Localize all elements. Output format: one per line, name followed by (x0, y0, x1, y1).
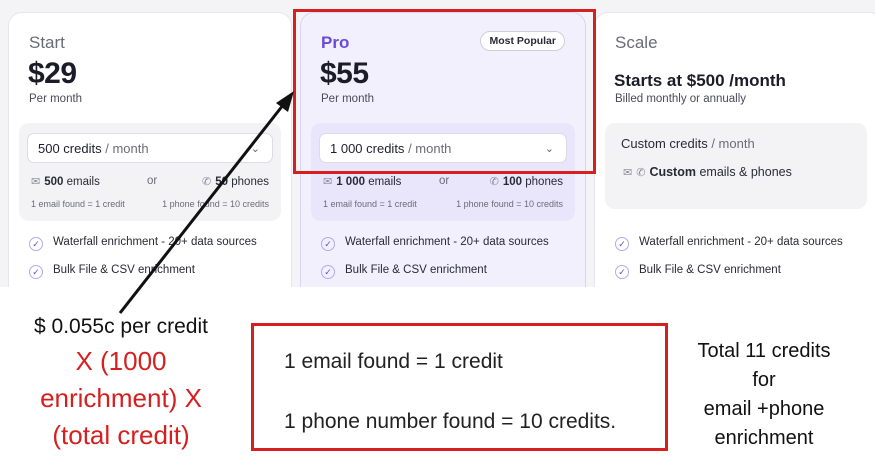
credits-select[interactable]: 500 credits / month ⌄ (27, 133, 273, 163)
phone-credit-rule: 1 phone number found = 10 credits. (284, 410, 617, 433)
check-circle-icon: ✓ (615, 237, 629, 251)
check-circle-icon: ✓ (29, 237, 43, 251)
email-note: 1 email found = 1 credit (31, 199, 125, 209)
chevron-down-icon[interactable]: ⌄ (251, 142, 260, 155)
plan-period: Per month (29, 93, 83, 105)
phones-usage: ✆ 100 phones (489, 176, 563, 188)
plan-card-scale: Scale Starts at $500 /month Billed month… (594, 12, 875, 287)
emails-usage: ✉ 1 000 emails (323, 176, 402, 188)
emails-usage: ✉ 500 emails (31, 176, 100, 188)
or-label: or (439, 175, 450, 187)
pro-highlight-frame (293, 9, 596, 174)
check-circle-icon: ✓ (29, 265, 43, 279)
phone-icon: ✆ (636, 167, 646, 179)
credits-unit: / month (105, 141, 149, 156)
phone-note: 1 phone found = 10 credits (456, 199, 563, 209)
mail-icon: ✉ (323, 176, 333, 188)
feature-bulk-file: ✓ Bulk File & CSV enrichment (615, 264, 781, 279)
plan-name: Start (29, 33, 65, 52)
check-circle-icon: ✓ (321, 237, 335, 251)
plan-price: $29 (28, 57, 77, 90)
phone-icon: ✆ (489, 176, 499, 188)
custom-credits-label: Custom credits / month (621, 136, 755, 151)
feature-waterfall: ✓ Waterfall enrichment - 20+ data sources (321, 236, 549, 251)
credit-box: 500 credits / month ⌄ ✉ 500 emails or ✆ 50… (19, 123, 281, 221)
feature-waterfall: ✓ Waterfall enrichment - 20+ data sources (29, 236, 257, 251)
total-credits-note: Total 11 credits for email +phone enrich… (697, 340, 831, 449)
plan-card-start: Start $29 Per month 500 credits / month … (8, 12, 292, 287)
feature-bulk-file: ✓ Bulk File & CSV enrichment (321, 264, 487, 279)
pricing-section: Start $29 Per month 500 credits / month … (0, 0, 875, 287)
cost-per-credit: $ 0.055c per credit (34, 315, 208, 338)
plan-name: Scale (615, 33, 658, 52)
phone-icon: ✆ (202, 176, 212, 188)
formula-text: X (1000 enrichment) X (total credit) (40, 346, 202, 450)
credit-rules-box: 1 email found = 1 credit 1 phone number … (251, 323, 668, 451)
email-credit-rule: 1 email found = 1 credit (284, 350, 503, 373)
email-note: 1 email found = 1 credit (323, 199, 417, 209)
custom-usage: ✉ ✆ Custom emails & phones (623, 165, 792, 179)
feature-waterfall: ✓ Waterfall enrichment - 20+ data sources (615, 236, 843, 251)
mail-icon: ✉ (623, 167, 633, 179)
feature-bulk-file: ✓ Bulk File & CSV enrichment (29, 264, 195, 279)
phone-note: 1 phone found = 10 credits (162, 199, 269, 209)
mail-icon: ✉ (31, 176, 41, 188)
annotation-section: $ 0.055c per credit X (1000 enrichment) … (0, 287, 875, 472)
plan-price: Starts at $500 /month (614, 71, 786, 90)
credits-value: 500 credits (38, 141, 102, 156)
check-circle-icon: ✓ (615, 265, 629, 279)
plan-period: Billed monthly or annually (615, 93, 747, 105)
credit-note-row: 1 email found = 1 credit 1 phone found =… (31, 199, 269, 209)
cost-formula: $ 0.055c per credit X (1000 enrichment) … (8, 315, 234, 454)
check-circle-icon: ✓ (321, 265, 335, 279)
custom-credit-box: Custom credits / month ✉ ✆ Custom emails &… (605, 123, 867, 209)
credit-note-row: 1 email found = 1 credit 1 phone found =… (323, 199, 563, 209)
phones-usage: ✆ 50 phones (202, 176, 269, 188)
or-label: or (147, 175, 158, 187)
